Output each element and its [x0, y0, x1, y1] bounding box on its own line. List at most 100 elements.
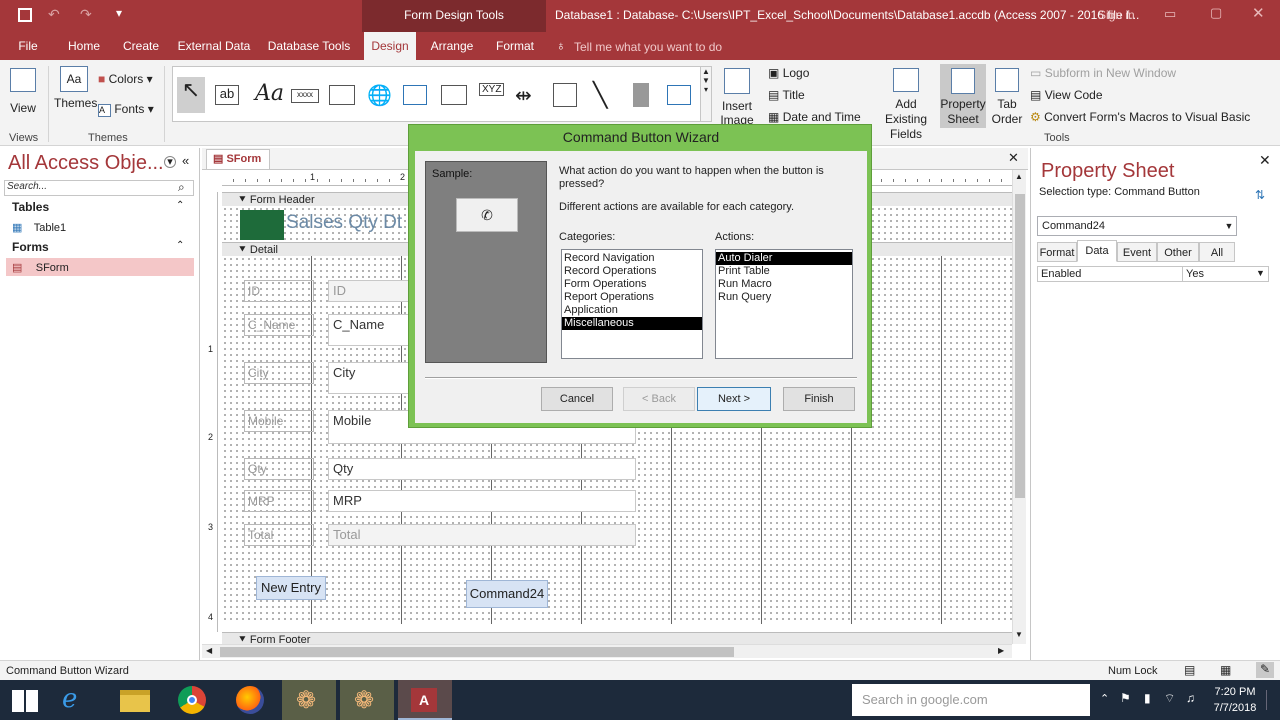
subform-button[interactable]: ▭ Subform in New Window: [1030, 66, 1176, 80]
taskbar-app1[interactable]: ❁: [282, 680, 336, 720]
view-button[interactable]: View: [8, 68, 38, 115]
gallery-scroll[interactable]: ▲ ▼ ▾: [700, 66, 712, 122]
field-textbox[interactable]: ID: [328, 280, 410, 302]
category-item-selected[interactable]: Miscellaneous: [562, 317, 702, 330]
page-break-icon[interactable]: ⇹: [515, 83, 532, 108]
tab-format[interactable]: Format: [490, 32, 540, 60]
themes-button[interactable]: Aa Themes: [54, 66, 97, 110]
field-label[interactable]: ID: [244, 280, 314, 302]
taskbar-ie[interactable]: e: [50, 680, 104, 720]
field-textbox[interactable]: Qty: [328, 458, 636, 480]
tab-design[interactable]: Design: [364, 32, 416, 60]
close-window-icon[interactable]: ✕: [1252, 4, 1265, 22]
tab-create[interactable]: Create: [116, 32, 166, 60]
convert-macros-button[interactable]: ⚙ Convert Form's Macros to Visual Basic: [1030, 110, 1250, 124]
scroll-thumb[interactable]: [1015, 194, 1025, 498]
restore-icon[interactable]: ▢: [1210, 5, 1222, 21]
scroll-down-icon[interactable]: ▼: [1015, 630, 1023, 639]
nav-item-sform[interactable]: ▤ SForm: [6, 258, 194, 276]
colors-button[interactable]: ■ Colors ▾: [98, 72, 153, 86]
option-group-icon[interactable]: XYZ: [479, 83, 505, 96]
tab-arrange[interactable]: Arrange: [424, 32, 480, 60]
close-pane-icon[interactable]: ✕: [1259, 152, 1271, 169]
title-button[interactable]: ▤ Title: [768, 88, 805, 102]
network-icon[interactable]: ⌔: [1164, 691, 1175, 706]
field-textbox[interactable]: C_Name: [328, 314, 410, 346]
next-button[interactable]: Next >: [697, 387, 771, 411]
taskbar-search-input[interactable]: Search in google.com: [852, 684, 1090, 716]
tell-me-box[interactable]: Tell me what you want to do: [574, 40, 722, 54]
action-item[interactable]: Print Table: [716, 265, 852, 278]
nav-search-input[interactable]: Search...: [4, 180, 194, 196]
design-view-icon[interactable]: ✎: [1256, 662, 1274, 678]
ribbon-options-icon[interactable]: ▭: [1164, 6, 1176, 22]
tab-external-data[interactable]: External Data: [174, 32, 254, 60]
property-value[interactable]: Yes: [1186, 268, 1204, 280]
start-button[interactable]: [0, 680, 54, 720]
tab-order-button[interactable]: Tab Order: [990, 68, 1024, 127]
tray-chevron-icon[interactable]: ⌃: [1100, 692, 1109, 705]
action-item[interactable]: Run Macro: [716, 278, 852, 291]
logo-button[interactable]: ▣ Logo: [768, 66, 809, 80]
collapse-pane-icon[interactable]: «: [182, 153, 189, 168]
search-icon[interactable]: ⌕: [178, 180, 185, 195]
prop-tab-data[interactable]: Data: [1077, 240, 1117, 262]
field-label[interactable]: Mobile: [244, 410, 314, 432]
show-desktop-button[interactable]: [1266, 690, 1276, 710]
field-label[interactable]: Total: [244, 524, 314, 546]
tab-control-icon[interactable]: [329, 85, 355, 105]
fonts-button[interactable]: A Fonts ▾: [98, 102, 154, 117]
cancel-button[interactable]: Cancel: [541, 387, 613, 411]
property-sheet-button[interactable]: Property Sheet: [940, 64, 986, 128]
prop-tab-format[interactable]: Format: [1037, 242, 1077, 262]
web-browser-control-icon[interactable]: [403, 85, 427, 105]
scroll-left-icon[interactable]: ◀: [206, 646, 212, 655]
nav-item-table1[interactable]: ▦ Table1: [12, 220, 194, 238]
scroll-thumb[interactable]: [220, 647, 734, 657]
collapse-tables-icon[interactable]: ⌃: [176, 200, 184, 211]
prop-tab-event[interactable]: Event: [1117, 242, 1157, 262]
tab-home[interactable]: Home: [60, 32, 108, 60]
add-existing-fields-button[interactable]: Add Existing Fields: [874, 68, 938, 142]
clock-date[interactable]: 7/7/2018: [1210, 702, 1260, 714]
category-item[interactable]: Record Operations: [562, 265, 702, 278]
toggle-button-icon[interactable]: [633, 83, 649, 107]
form-view-icon[interactable]: ▤: [1184, 663, 1195, 677]
header-title-label[interactable]: Salses Qty Dt: [286, 212, 402, 234]
field-textbox[interactable]: Total: [328, 524, 636, 546]
field-label[interactable]: City: [244, 362, 314, 384]
close-document-icon[interactable]: ✕: [1008, 150, 1019, 166]
field-textbox[interactable]: MRP: [328, 490, 636, 512]
label-control-icon[interactable]: Aa: [255, 81, 284, 106]
line-control-icon[interactable]: ╲: [593, 81, 607, 110]
save-icon[interactable]: [18, 8, 32, 22]
vertical-scrollbar[interactable]: ▲ ▼: [1012, 170, 1026, 644]
nav-menu-icon[interactable]: ▾: [164, 156, 176, 168]
dropdown-arrow-icon[interactable]: ▼: [1256, 268, 1265, 278]
redo-icon[interactable]: ↷: [80, 6, 92, 23]
date-time-button[interactable]: ▦ Date and Time: [768, 110, 861, 124]
finish-button[interactable]: Finish: [783, 387, 855, 411]
clock-time[interactable]: 7:20 PM: [1212, 686, 1258, 698]
category-item[interactable]: Form Operations: [562, 278, 702, 291]
taskbar-firefox[interactable]: [224, 680, 278, 720]
select-pointer-icon[interactable]: ↖: [177, 77, 205, 113]
action-item[interactable]: Run Query: [716, 291, 852, 304]
combo-box-icon[interactable]: [553, 83, 577, 107]
new-entry-button[interactable]: New Entry: [256, 576, 326, 600]
scroll-right-icon[interactable]: ▶: [998, 646, 1004, 655]
customize-qat-icon[interactable]: ▾: [116, 6, 122, 20]
action-item-selected[interactable]: Auto Dialer: [716, 252, 852, 265]
category-item[interactable]: Application: [562, 304, 702, 317]
object-selector-dropdown[interactable]: Command24: [1037, 216, 1237, 236]
field-textbox[interactable]: City: [328, 362, 410, 394]
horizontal-scrollbar[interactable]: ◀ ▶: [202, 644, 1012, 658]
taskbar-access[interactable]: A: [398, 680, 452, 720]
layout-view-icon[interactable]: ▦: [1220, 663, 1231, 677]
collapse-forms-icon[interactable]: ⌃: [176, 240, 184, 251]
nav-pane-title[interactable]: All Access Obje...: [8, 152, 164, 175]
tab-database-tools[interactable]: Database Tools: [262, 32, 356, 60]
forms-group-header[interactable]: Forms: [12, 240, 49, 254]
prop-tab-other[interactable]: Other: [1157, 242, 1199, 262]
list-box-icon[interactable]: [667, 85, 691, 105]
